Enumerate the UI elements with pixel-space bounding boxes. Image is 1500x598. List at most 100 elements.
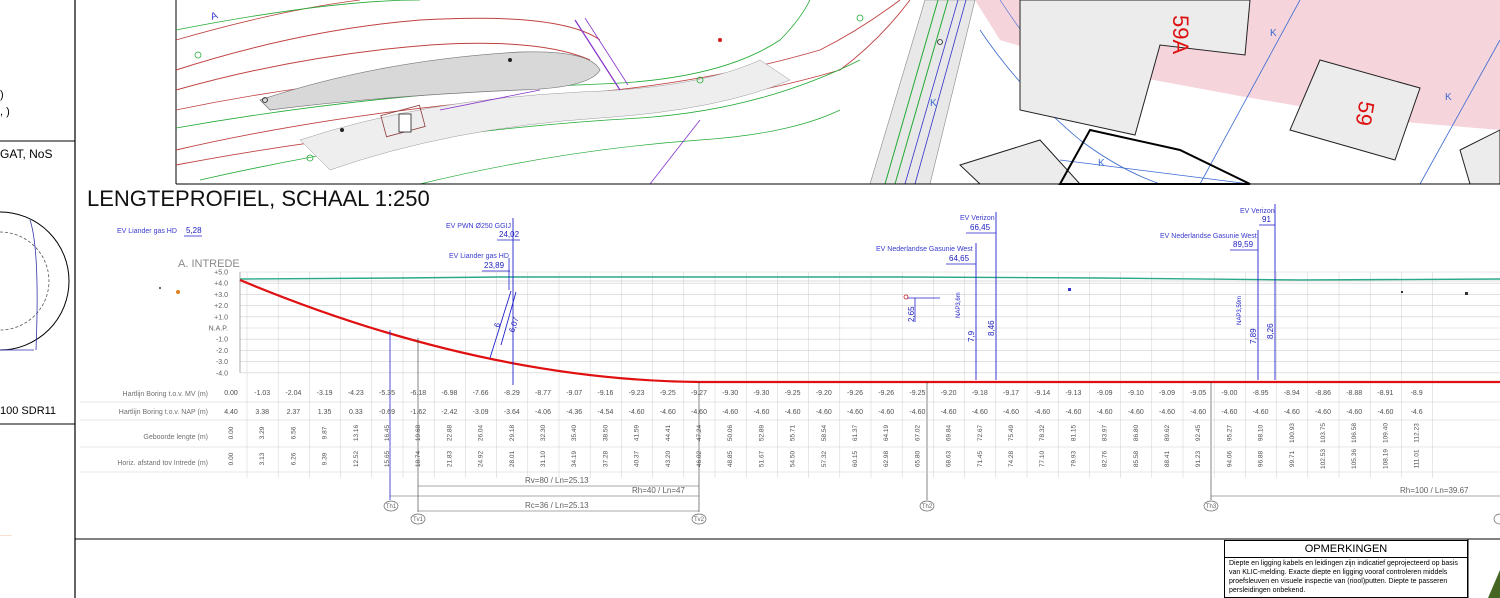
table-cell: 79.93 (1070, 450, 1077, 467)
nap-label-2: NAP3,59m (1237, 296, 1243, 325)
cable-7-value: 89,59 (1233, 240, 1254, 249)
table-cell: 40.37 (634, 450, 641, 467)
entry-label: A. INTREDE (178, 258, 240, 270)
table-cell: 46.02 (696, 450, 703, 467)
bend-rc36: Rc=36 / Ln=25.13 (525, 501, 589, 510)
table-cell: 96.88 (1258, 450, 1265, 467)
table-cell: 21.83 (446, 450, 453, 467)
bore-line (239, 278, 1500, 384)
table-cell: 29.18 (509, 424, 516, 441)
table-cell: -4.60 (972, 409, 988, 416)
table-cell: -4.54 (597, 409, 613, 416)
table-cell: 38.50 (602, 424, 609, 441)
table-cell: -4.60 (847, 409, 863, 416)
table-cell: -9.20 (816, 390, 832, 397)
left-fragment-4: 100 SDR11 (0, 405, 56, 417)
table-cell: -4.60 (1065, 409, 1081, 416)
table-cell: -4.06 (535, 409, 551, 416)
depth-value-607: 6,07 (507, 316, 521, 334)
bend-rh100: Rh=100 / Ln=39.67 (1400, 486, 1469, 495)
table-cell: -4.60 (1190, 409, 1206, 416)
table-cell: -9.25 (909, 390, 925, 397)
table-cell: -9.18 (972, 390, 988, 397)
table-cell: -9.25 (785, 390, 801, 397)
remarks-title: OPMERKINGEN (1225, 541, 1467, 558)
table-cell: 6.56 (290, 426, 297, 439)
depth-b-2: 8,26 (1266, 323, 1275, 339)
table-cell: 0.00 (228, 426, 235, 439)
table-cell: 50.06 (727, 424, 734, 441)
table-cell: 83.97 (1102, 424, 1109, 441)
table-cell: 89.62 (1164, 424, 1171, 441)
table-cell: 78.32 (1039, 424, 1046, 441)
cable-4-value: 66,45 (970, 223, 991, 232)
svg-text:_______: _______ (0, 532, 12, 536)
table-cell: 32.30 (540, 424, 547, 441)
table-cell: 6.26 (290, 452, 297, 465)
table-cell: 43.20 (665, 450, 672, 467)
svg-text:K: K (930, 98, 937, 109)
house-number-59a: 59A (1168, 15, 1193, 54)
table-cell: 34.19 (571, 450, 578, 467)
table-cell: 13.16 (353, 424, 360, 441)
cable-6-name: EV Verizon (1240, 208, 1275, 215)
marker-th1: Th1 (386, 504, 397, 510)
table-cell: -4.60 (753, 409, 769, 416)
axis-tick-label: -3.0 (216, 359, 228, 366)
house-number-59: 59 (1351, 99, 1380, 127)
table-cell: 72.67 (977, 424, 984, 441)
table-cell: 60.15 (852, 450, 859, 467)
table-cell: 52.89 (758, 424, 765, 441)
table-cell: 28.01 (509, 450, 516, 467)
table-cell: -9.10 (1128, 390, 1144, 397)
table-cell: 58.54 (821, 424, 828, 441)
table-cell: 16.45 (384, 424, 391, 441)
table-cell: -8.95 (1253, 390, 1269, 397)
left-panel: ) , ) GAT, NoS 100 SDR11 _______ (0, 0, 76, 598)
table-cell: 19.68 (415, 424, 422, 441)
left-fragment-3: GAT, NoS (0, 147, 52, 161)
table-cell: -9.17 (1003, 390, 1019, 397)
bend-rv80: Rv=80 / Ln=25.13 (525, 476, 589, 485)
table-cell: -4.60 (1034, 409, 1050, 416)
remarks-box: OPMERKINGEN Diepte en ligging kabels en … (1224, 540, 1468, 598)
table-cell: -4.60 (1097, 409, 1113, 416)
axis-tick-label: +2.0 (214, 303, 228, 310)
ground-surface-line (239, 276, 1500, 281)
cable-4-name: EV Verizon (960, 215, 995, 222)
table-cell: -6.18 (410, 390, 426, 397)
table-cell: 24.92 (478, 450, 485, 467)
table-cell: 68.63 (946, 450, 953, 467)
table-cell: 0.33 (349, 409, 363, 416)
row-label-nap: Hartlijn Boring t.o.v. NAP (m) (119, 409, 208, 416)
cable-6-value: 91 (1262, 215, 1271, 224)
table-cell: 44.41 (665, 424, 672, 441)
table-cell: -4.60 (816, 409, 832, 416)
axis-tick-label: -1.0 (216, 337, 228, 344)
table-cell: 91.23 (1195, 450, 1202, 467)
table-cell: -3.64 (504, 409, 520, 416)
table-cell: -2.04 (285, 390, 301, 397)
table-cell: 1.35 (318, 409, 332, 416)
remarks-text: Diepte en ligging kabels en leidingen zi… (1229, 560, 1458, 594)
table-cell: -9.20 (941, 390, 957, 397)
table-cell: -8.94 (1284, 390, 1300, 397)
depth-label-265: 2,65 (907, 306, 916, 322)
table-cell: 88.41 (1164, 450, 1171, 467)
table-cell: 62.98 (883, 450, 890, 467)
table-cell: 3.29 (259, 426, 266, 439)
table-cell: -4.60 (1377, 409, 1393, 416)
table-cell: 55.71 (790, 424, 797, 441)
table-cell: -2.42 (441, 409, 457, 416)
table-cell: 98.10 (1258, 424, 1265, 441)
table-cell: 18.74 (415, 450, 422, 467)
table-cell: 0.00 (228, 452, 235, 465)
cable-5-name: EV Nederlandse Gasunie West (876, 246, 973, 253)
depth-axis: +5.0 +4.0 +3.0 +2.0 +1.0 N.A.P. -1.0 -2.0 -3.0 -4… (209, 270, 228, 378)
table-cell: 69.84 (946, 424, 953, 441)
table-cell: -3.09 (473, 409, 489, 416)
table-cell: 105.36 (1351, 449, 1358, 469)
table-cell: 47.24 (696, 424, 703, 441)
cable-2-value: 24,02 (499, 230, 520, 239)
cable-5-value: 64,65 (949, 254, 970, 263)
